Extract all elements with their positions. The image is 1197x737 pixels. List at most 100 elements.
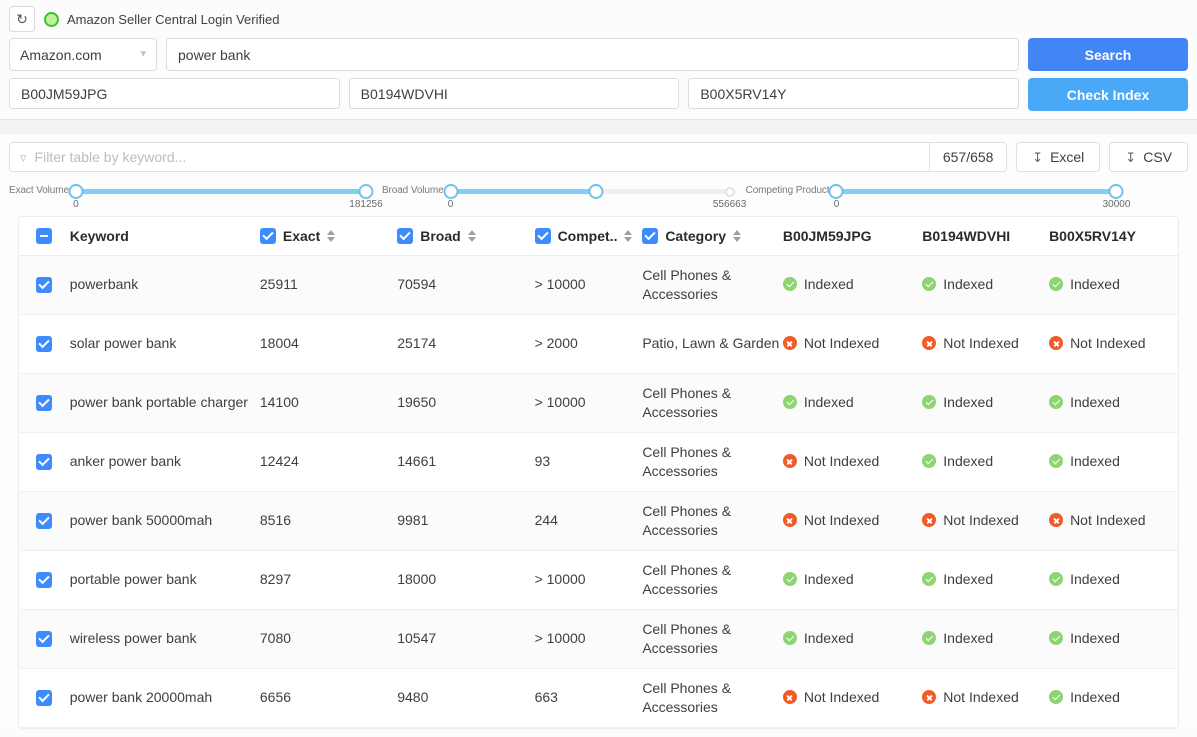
cell-exact: 18004 — [260, 314, 397, 373]
slider-track-competing-product[interactable]: 0 30000 — [836, 180, 1116, 210]
th-keyword-label: Keyword — [70, 228, 129, 244]
sort-broad-icon[interactable] — [468, 230, 476, 242]
index-status-label: Indexed — [943, 452, 993, 471]
index-status: Not Indexed — [1049, 334, 1178, 353]
search-row: Amazon.com ▾ Search — [9, 38, 1188, 71]
row-select-checkbox[interactable] — [36, 690, 52, 706]
chevron-down-icon: ▾ — [140, 49, 146, 60]
index-status-label: Indexed — [1070, 629, 1120, 648]
slider-max-value: 556663 — [713, 199, 746, 210]
index-status-label: Not Indexed — [804, 688, 880, 707]
slider-label-competing-product: Competing Product — [746, 180, 830, 196]
check-index-button[interactable]: Check Index — [1028, 78, 1188, 111]
index-status-label: Indexed — [1070, 688, 1120, 707]
table-row[interactable]: power bank 20000mah66569480663Cell Phone… — [19, 668, 1178, 727]
asin-input-3[interactable] — [688, 78, 1019, 109]
table-row[interactable]: portable power bank829718000> 10000Cell … — [19, 550, 1178, 609]
cell-broad: 70594 — [397, 255, 534, 314]
check-circle-icon — [783, 572, 797, 586]
download-icon: ↧ — [1125, 151, 1136, 164]
index-status: Indexed — [783, 393, 922, 412]
marketplace-value: Amazon.com — [20, 47, 102, 63]
row-select-checkbox[interactable] — [36, 336, 52, 352]
slider-track-broad-volume[interactable]: 0 556663 — [451, 180, 730, 210]
check-circle-icon — [1049, 631, 1063, 645]
index-status-label: Not Indexed — [804, 334, 880, 353]
cell-competing: 663 — [535, 668, 643, 727]
keyword-table-container: Keyword Exact Broad — [18, 216, 1179, 729]
cell-exact: 8516 — [260, 491, 397, 550]
keyword-search-input[interactable] — [166, 38, 1019, 71]
row-select-checkbox[interactable] — [36, 454, 52, 470]
row-select-checkbox[interactable] — [36, 572, 52, 588]
column-toggle-competing-checkbox[interactable] — [535, 228, 551, 244]
check-circle-icon — [922, 631, 936, 645]
cell-keyword: anker power bank — [70, 432, 260, 491]
asin-input-1[interactable] — [9, 78, 340, 109]
cell-index-status-asin1: Not Indexed — [783, 314, 922, 373]
asin-input-2[interactable] — [349, 78, 680, 109]
index-status-label: Not Indexed — [1070, 511, 1146, 530]
x-circle-icon — [922, 513, 936, 527]
cell-index-status-asin2: Not Indexed — [922, 314, 1049, 373]
slider-fill — [836, 189, 1116, 194]
cell-competing: 93 — [535, 432, 643, 491]
column-toggle-category-checkbox[interactable] — [642, 228, 658, 244]
filter-input-wrap[interactable]: ▿ — [9, 142, 929, 172]
th-category-label: Category — [665, 228, 726, 244]
column-toggle-broad-checkbox[interactable] — [397, 228, 413, 244]
row-select-checkbox[interactable] — [36, 395, 52, 411]
cell-index-status-asin1: Indexed — [783, 255, 922, 314]
slider-handle-min[interactable] — [829, 184, 844, 199]
index-status-label: Not Indexed — [804, 511, 880, 530]
cell-competing: > 10000 — [535, 255, 643, 314]
table-row[interactable]: anker power bank124241466193Cell Phones … — [19, 432, 1178, 491]
row-select-checkbox[interactable] — [36, 631, 52, 647]
x-circle-icon — [1049, 513, 1063, 527]
table-row[interactable]: power bank portable charger1410019650> 1… — [19, 373, 1178, 432]
table-row[interactable]: wireless power bank708010547> 10000Cell … — [19, 609, 1178, 668]
row-select-checkbox[interactable] — [36, 513, 52, 529]
cell-keyword: portable power bank — [70, 550, 260, 609]
index-status: Indexed — [922, 452, 1049, 471]
column-toggle-exact-checkbox[interactable] — [260, 228, 276, 244]
slider-handle-min[interactable] — [68, 184, 83, 199]
sort-category-icon[interactable] — [733, 230, 741, 242]
login-status: Amazon Seller Central Login Verified — [44, 12, 279, 27]
cell-competing: > 10000 — [535, 550, 643, 609]
th-select-all — [19, 217, 70, 255]
cell-index-status-asin1: Not Indexed — [783, 491, 922, 550]
select-all-checkbox[interactable] — [36, 228, 52, 244]
table-row[interactable]: power bank 50000mah85169981244Cell Phone… — [19, 491, 1178, 550]
x-circle-icon — [783, 454, 797, 468]
slider-handle-max[interactable] — [588, 184, 603, 199]
cell-keyword: powerbank — [70, 255, 260, 314]
check-circle-icon — [1049, 572, 1063, 586]
check-circle-icon — [1049, 454, 1063, 468]
slider-handle-max[interactable] — [358, 184, 373, 199]
table-row[interactable]: powerbank2591170594> 10000Cell Phones & … — [19, 255, 1178, 314]
th-competing: Compet.. — [535, 217, 643, 255]
slider-handle-min[interactable] — [443, 184, 458, 199]
slider-label-exact-volume: Exact Volume — [9, 180, 69, 196]
slider-track-exact-volume[interactable]: 0 181256 — [76, 180, 366, 210]
export-csv-button[interactable]: ↧ CSV — [1109, 142, 1188, 172]
refresh-icon[interactable]: ↻ — [9, 6, 35, 32]
slider-handle-max[interactable] — [1109, 184, 1124, 199]
cell-index-status-asin1: Not Indexed — [783, 432, 922, 491]
keyword-table: Keyword Exact Broad — [19, 217, 1178, 728]
cell-broad: 10547 — [397, 609, 534, 668]
filter-table-input[interactable] — [35, 149, 920, 165]
slider-competing-product: Competing Product 0 30000 — [746, 180, 1117, 210]
sort-exact-icon[interactable] — [327, 230, 335, 242]
slider-handle-max-limit[interactable] — [725, 187, 735, 197]
sort-competing-icon[interactable] — [624, 230, 632, 242]
search-button[interactable]: Search — [1028, 38, 1188, 71]
row-select-checkbox[interactable] — [36, 277, 52, 293]
marketplace-select[interactable]: Amazon.com ▾ — [9, 38, 157, 71]
index-status: Indexed — [922, 570, 1049, 589]
cell-competing: > 10000 — [535, 609, 643, 668]
cell-broad: 19650 — [397, 373, 534, 432]
export-excel-button[interactable]: ↧ Excel — [1016, 142, 1100, 172]
table-row[interactable]: solar power bank1800425174> 2000Patio, L… — [19, 314, 1178, 373]
